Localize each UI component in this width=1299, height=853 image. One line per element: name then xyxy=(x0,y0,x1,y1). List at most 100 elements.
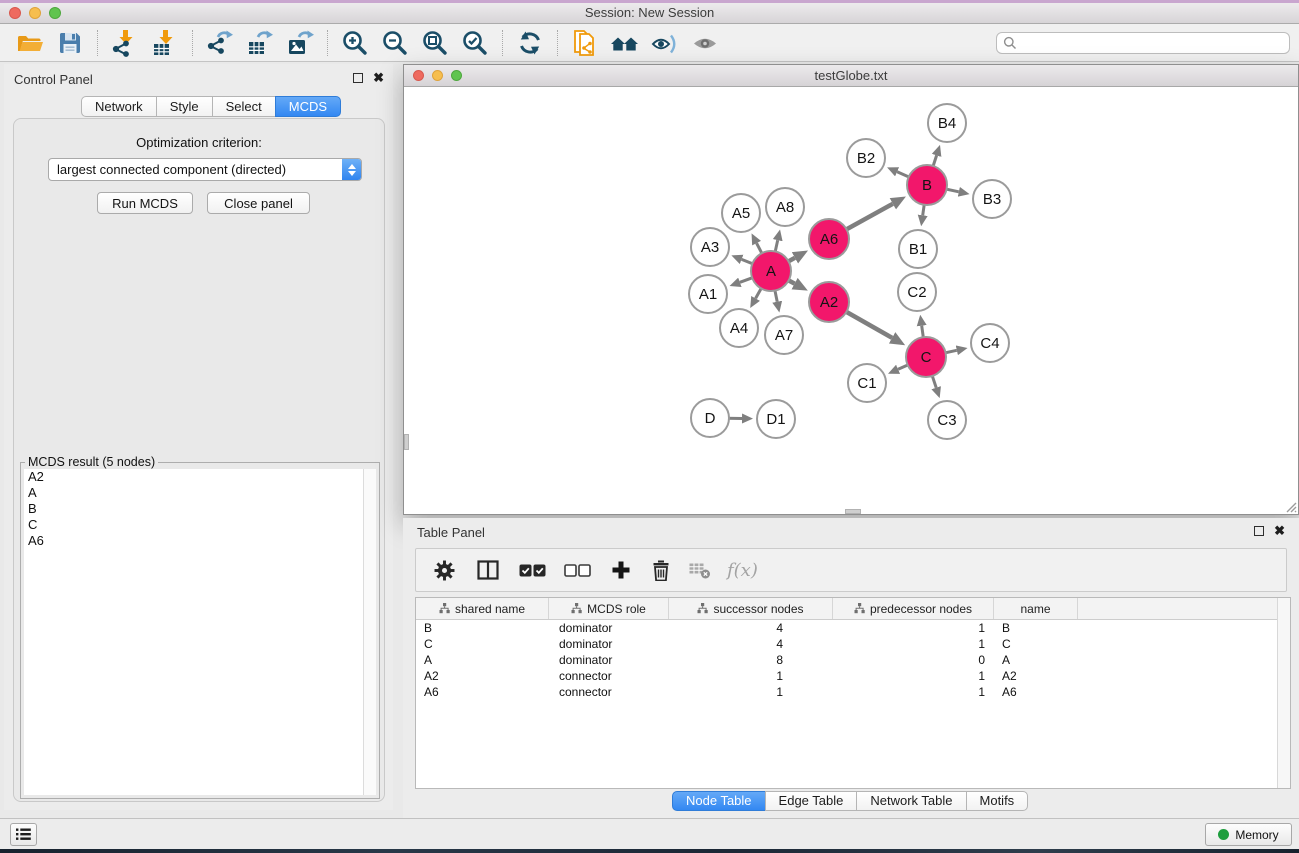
network-zoom-icon[interactable] xyxy=(451,70,462,81)
task-history-button[interactable] xyxy=(10,823,37,846)
graph-node-A[interactable]: A xyxy=(751,251,791,291)
search-field[interactable] xyxy=(996,32,1290,54)
zoom-fit-icon[interactable] xyxy=(417,27,453,59)
export-table-icon[interactable] xyxy=(242,27,278,59)
home-icon[interactable] xyxy=(607,27,643,59)
graph-node-C4[interactable]: C4 xyxy=(971,324,1009,362)
table-tab-motifs[interactable]: Motifs xyxy=(966,791,1029,811)
hide-panels-icon[interactable] xyxy=(647,27,683,59)
graph-node-B2[interactable]: B2 xyxy=(847,139,885,177)
table-cell[interactable]: 1 xyxy=(669,668,833,684)
table-cell[interactable]: B xyxy=(416,620,549,636)
network-canvas[interactable]: B4B2BB3A5A8A6B1A3AA1C2A2A4A7C4CC1C3DD1 xyxy=(404,88,1298,514)
settings-gear-icon[interactable] xyxy=(434,560,455,581)
graph-node-A6[interactable]: A6 xyxy=(809,219,849,259)
table-cell[interactable]: A xyxy=(994,652,1078,668)
graph-node-B1[interactable]: B1 xyxy=(899,230,937,268)
float-panel-icon[interactable] xyxy=(353,73,363,83)
control-tab-network[interactable]: Network xyxy=(81,96,157,117)
table-cell[interactable]: B xyxy=(994,620,1078,636)
mcds-result-item[interactable]: A xyxy=(24,485,376,501)
result-scrollbar[interactable] xyxy=(363,469,376,795)
close-panel-icon[interactable]: ✖ xyxy=(373,73,384,83)
run-mcds-button[interactable]: Run MCDS xyxy=(97,192,193,214)
criterion-dropdown[interactable]: largest connected component (directed) xyxy=(48,158,362,181)
table-cell[interactable]: 1 xyxy=(669,684,833,700)
network-minimize-icon[interactable] xyxy=(432,70,443,81)
table-cell[interactable]: connector xyxy=(549,684,669,700)
column-header-name[interactable]: name xyxy=(994,598,1078,619)
graph-node-C1[interactable]: C1 xyxy=(848,364,886,402)
export-network-icon[interactable] xyxy=(202,27,238,59)
table-row[interactable]: Adominator80A xyxy=(416,652,1290,668)
table-row[interactable]: A2connector11A2 xyxy=(416,668,1290,684)
mcds-result-item[interactable]: C xyxy=(24,517,376,533)
table-row[interactable]: A6connector11A6 xyxy=(416,684,1290,700)
graph-node-A1[interactable]: A1 xyxy=(689,275,727,313)
table-cell[interactable]: 4 xyxy=(669,636,833,652)
graph-node-A3[interactable]: A3 xyxy=(691,228,729,266)
graph-node-B4[interactable]: B4 xyxy=(928,104,966,142)
delete-column-icon[interactable] xyxy=(651,560,671,581)
mcds-result-item[interactable]: A2 xyxy=(24,469,376,485)
table-cell[interactable]: A6 xyxy=(416,684,549,700)
search-input[interactable] xyxy=(1017,34,1289,52)
column-header-mcds-role[interactable]: MCDS role xyxy=(549,598,669,619)
table-cell[interactable]: C xyxy=(994,636,1078,652)
table-cell[interactable]: 1 xyxy=(833,684,994,700)
table-cell[interactable]: A2 xyxy=(994,668,1078,684)
graph-node-A7[interactable]: A7 xyxy=(765,316,803,354)
graph-node-A8[interactable]: A8 xyxy=(766,188,804,226)
zoom-selected-icon[interactable] xyxy=(457,27,493,59)
table-cell[interactable]: 4 xyxy=(669,620,833,636)
add-column-icon[interactable] xyxy=(611,560,631,580)
table-cell[interactable]: 1 xyxy=(833,620,994,636)
float-table-panel-icon[interactable] xyxy=(1254,526,1264,536)
show-panels-icon[interactable] xyxy=(687,27,723,59)
table-tab-edge-table[interactable]: Edge Table xyxy=(765,791,858,811)
table-cell[interactable]: 8 xyxy=(669,652,833,668)
table-scrollbar[interactable] xyxy=(1277,598,1290,788)
graph-node-C3[interactable]: C3 xyxy=(928,401,966,439)
graph-node-D1[interactable]: D1 xyxy=(757,400,795,438)
graph-node-A2[interactable]: A2 xyxy=(809,282,849,322)
zoom-window-icon[interactable] xyxy=(49,7,61,19)
close-window-icon[interactable] xyxy=(9,7,21,19)
graph-node-B[interactable]: B xyxy=(907,165,947,205)
graph-node-D[interactable]: D xyxy=(691,399,729,437)
table-cell[interactable]: A2 xyxy=(416,668,549,684)
table-cell[interactable]: A xyxy=(416,652,549,668)
save-session-icon[interactable] xyxy=(52,27,88,59)
table-row[interactable]: Cdominator41C xyxy=(416,636,1290,652)
import-network-icon[interactable] xyxy=(107,27,143,59)
left-split-handle[interactable] xyxy=(404,434,409,450)
graph-node-B3[interactable]: B3 xyxy=(973,180,1011,218)
table-cell[interactable]: dominator xyxy=(549,620,669,636)
table-tab-node-table[interactable]: Node Table xyxy=(672,791,766,811)
table-row[interactable]: Bdominator41B xyxy=(416,620,1290,636)
graph-node-A4[interactable]: A4 xyxy=(720,309,758,347)
select-all-columns-icon[interactable] xyxy=(519,564,546,577)
table-cell[interactable]: 1 xyxy=(833,668,994,684)
control-tab-select[interactable]: Select xyxy=(212,96,276,117)
open-session-icon[interactable] xyxy=(12,27,48,59)
table-cell[interactable]: dominator xyxy=(549,636,669,652)
control-tab-mcds[interactable]: MCDS xyxy=(275,96,341,117)
refresh-icon[interactable] xyxy=(512,27,548,59)
table-cell[interactable]: connector xyxy=(549,668,669,684)
graph-node-A5[interactable]: A5 xyxy=(722,194,760,232)
resize-grip-icon[interactable] xyxy=(1283,499,1297,513)
unselect-all-columns-icon[interactable] xyxy=(564,564,591,577)
memory-button[interactable]: Memory xyxy=(1205,823,1292,846)
table-cell[interactable]: 0 xyxy=(833,652,994,668)
mcds-result-item[interactable]: A6 xyxy=(24,533,376,549)
bottom-split-handle[interactable] xyxy=(845,509,861,514)
mcds-result-item[interactable]: B xyxy=(24,501,376,517)
function-builder-icon[interactable]: f(x) xyxy=(727,560,758,581)
graph-node-C[interactable]: C xyxy=(906,337,946,377)
network-close-icon[interactable] xyxy=(413,70,424,81)
zoom-out-icon[interactable] xyxy=(377,27,413,59)
control-tab-style[interactable]: Style xyxy=(156,96,213,117)
table-cell[interactable]: A6 xyxy=(994,684,1078,700)
table-cell[interactable]: dominator xyxy=(549,652,669,668)
